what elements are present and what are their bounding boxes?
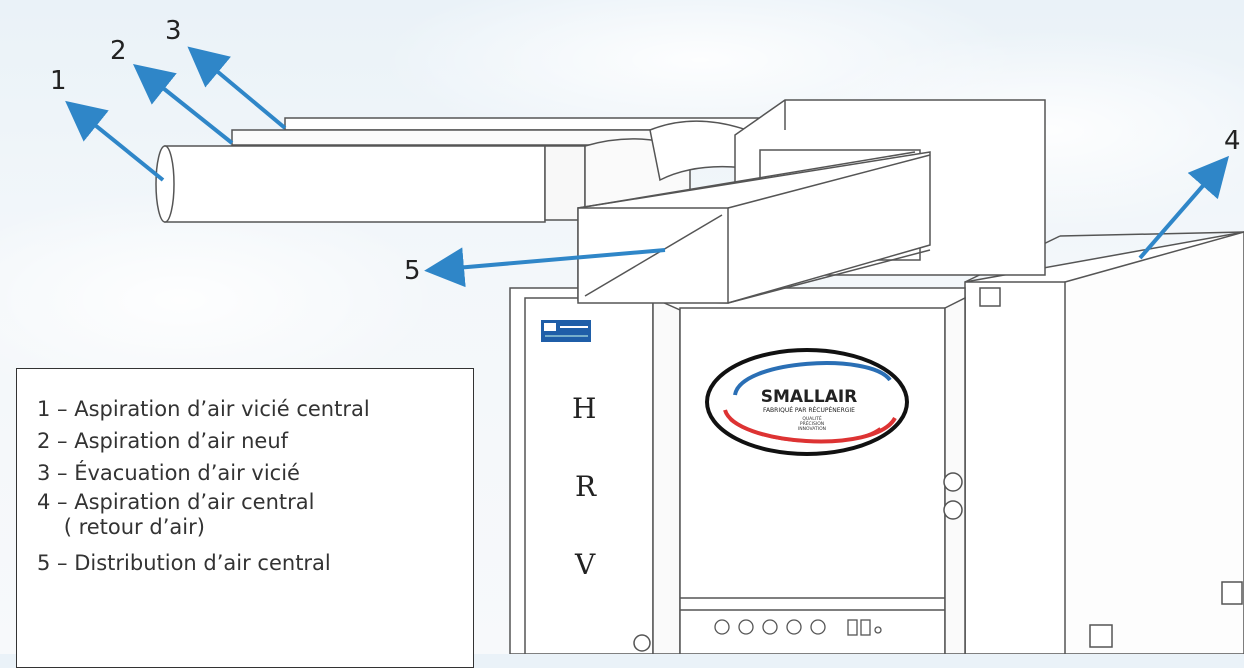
logo-main-text: SMALLAIR bbox=[761, 387, 858, 407]
legend-box: 1 – Aspiration d’air vicié central 2 – A… bbox=[16, 368, 474, 668]
control-knob-icon bbox=[738, 619, 754, 635]
hrv-letter-h: H bbox=[572, 392, 597, 425]
hrv-letter-v: V bbox=[575, 548, 596, 581]
callout-5: 5 bbox=[404, 256, 421, 286]
side-cabinet bbox=[964, 231, 1244, 654]
control-knob-icon bbox=[714, 619, 730, 635]
legend-item: 4 – Aspiration d’air central bbox=[37, 490, 315, 514]
arrow-icon bbox=[132, 64, 234, 145]
display-digit-icon bbox=[860, 619, 871, 636]
control-knob-icon bbox=[786, 619, 802, 635]
legend-item: 2 – Aspiration d’air neuf bbox=[37, 429, 289, 453]
legend-item: 3 – Évacuation d’air vicié bbox=[37, 461, 300, 485]
certification-badge bbox=[541, 320, 591, 342]
arrow-icon bbox=[65, 100, 165, 182]
logo-tagline-3: INNOVATION bbox=[798, 426, 826, 432]
control-knob-icon bbox=[810, 619, 826, 635]
hrv-letter-r: R bbox=[575, 470, 597, 503]
control-knob-icon bbox=[762, 619, 778, 635]
callout-2: 2 bbox=[110, 36, 127, 66]
legend-item: 5 – Distribution d’air central bbox=[37, 551, 331, 575]
logo-emblem: SMALLAIR FABRIQUÉ PAR RÉCUPÉNERGIE QUALI… bbox=[705, 348, 909, 456]
arrow-icon bbox=[187, 46, 287, 130]
callout-1: 1 bbox=[50, 66, 67, 96]
callout-4: 4 bbox=[1224, 126, 1241, 156]
logo-sub-text: FABRIQUÉ PAR RÉCUPÉNERGIE bbox=[763, 406, 855, 414]
legend-item-continued: ( retour d’air) bbox=[37, 515, 205, 539]
legend-item: 1 – Aspiration d’air vicié central bbox=[37, 397, 370, 421]
callout-3: 3 bbox=[165, 16, 182, 46]
display-digit-icon bbox=[847, 619, 858, 636]
